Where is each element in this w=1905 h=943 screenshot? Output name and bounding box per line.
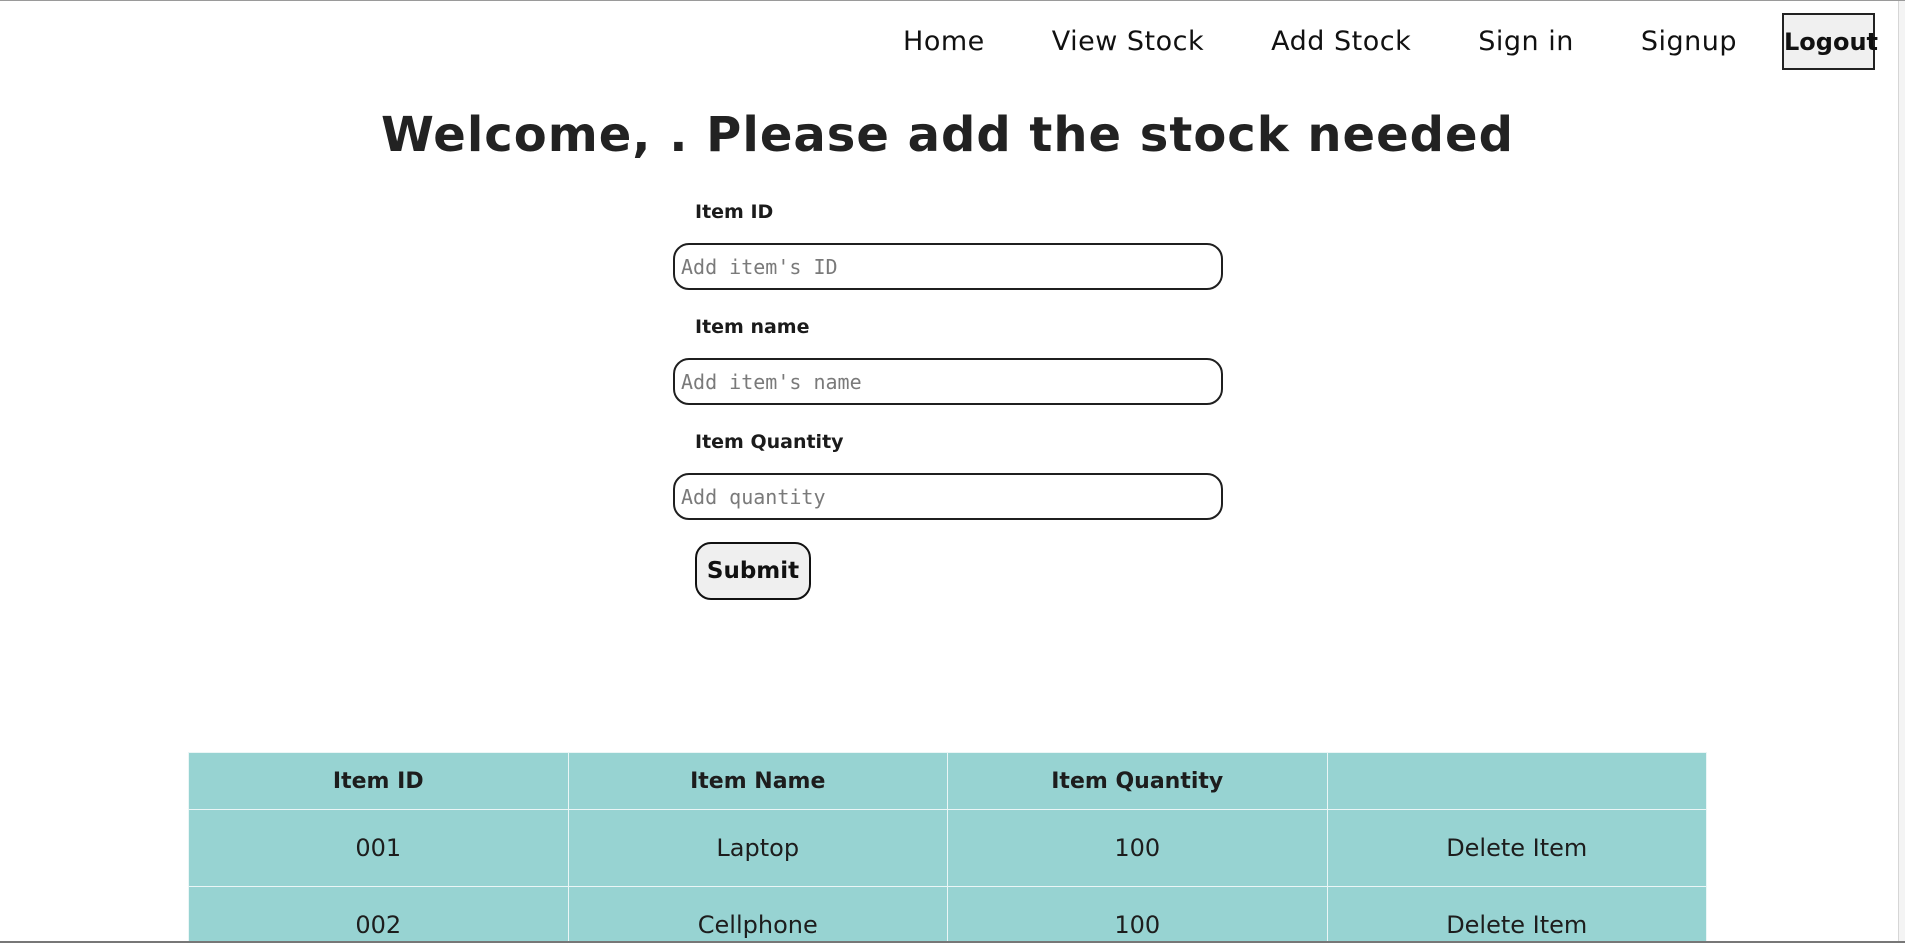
table-header-row: Item ID Item Name Item Quantity bbox=[188, 752, 1707, 810]
cell-item-id: 001 bbox=[188, 809, 569, 887]
page: Home View Stock Add Stock Sign in Signup… bbox=[0, 0, 1905, 943]
logout-button[interactable]: Logout bbox=[1782, 13, 1878, 70]
cell-item-quantity: 100 bbox=[947, 809, 1328, 887]
submit-button[interactable]: Submit bbox=[695, 542, 811, 600]
nav-home-link[interactable]: Home bbox=[903, 26, 985, 57]
item-quantity-input[interactable] bbox=[673, 473, 1223, 520]
nav-view-stock-link[interactable]: View Stock bbox=[1052, 26, 1204, 57]
header-item-id: Item ID bbox=[188, 752, 569, 810]
item-quantity-label: Item Quantity bbox=[695, 431, 844, 453]
cell-item-name: Laptop bbox=[567, 809, 948, 887]
page-title: Welcome, . Please add the stock needed bbox=[381, 107, 1514, 163]
item-name-label: Item name bbox=[695, 316, 810, 338]
table-row: 002 Cellphone 100 Delete Item bbox=[188, 886, 1707, 943]
nav-signup-link[interactable]: Signup bbox=[1641, 26, 1737, 57]
vertical-scrollbar[interactable] bbox=[1898, 1, 1905, 943]
cell-item-id: 002 bbox=[188, 886, 569, 943]
cell-item-name: Cellphone bbox=[567, 886, 948, 943]
delete-item-button[interactable]: Delete Item bbox=[1326, 886, 1707, 943]
header-item-quantity: Item Quantity bbox=[947, 752, 1328, 810]
item-id-input[interactable] bbox=[673, 243, 1223, 290]
cell-item-quantity: 100 bbox=[947, 886, 1328, 943]
item-name-input[interactable] bbox=[673, 358, 1223, 405]
top-nav: Home View Stock Add Stock Sign in Signup… bbox=[903, 13, 1878, 70]
header-item-name: Item Name bbox=[567, 752, 948, 810]
add-stock-form: Item ID Item name Item Quantity Submit bbox=[673, 197, 1223, 600]
nav-sign-in-link[interactable]: Sign in bbox=[1478, 26, 1574, 57]
delete-item-button[interactable]: Delete Item bbox=[1326, 809, 1707, 887]
header-actions bbox=[1326, 752, 1707, 810]
item-id-label: Item ID bbox=[695, 201, 774, 223]
stock-table: Item ID Item Name Item Quantity 001 Lapt… bbox=[188, 752, 1707, 943]
table-row: 001 Laptop 100 Delete Item bbox=[188, 809, 1707, 887]
nav-add-stock-link[interactable]: Add Stock bbox=[1271, 26, 1411, 57]
